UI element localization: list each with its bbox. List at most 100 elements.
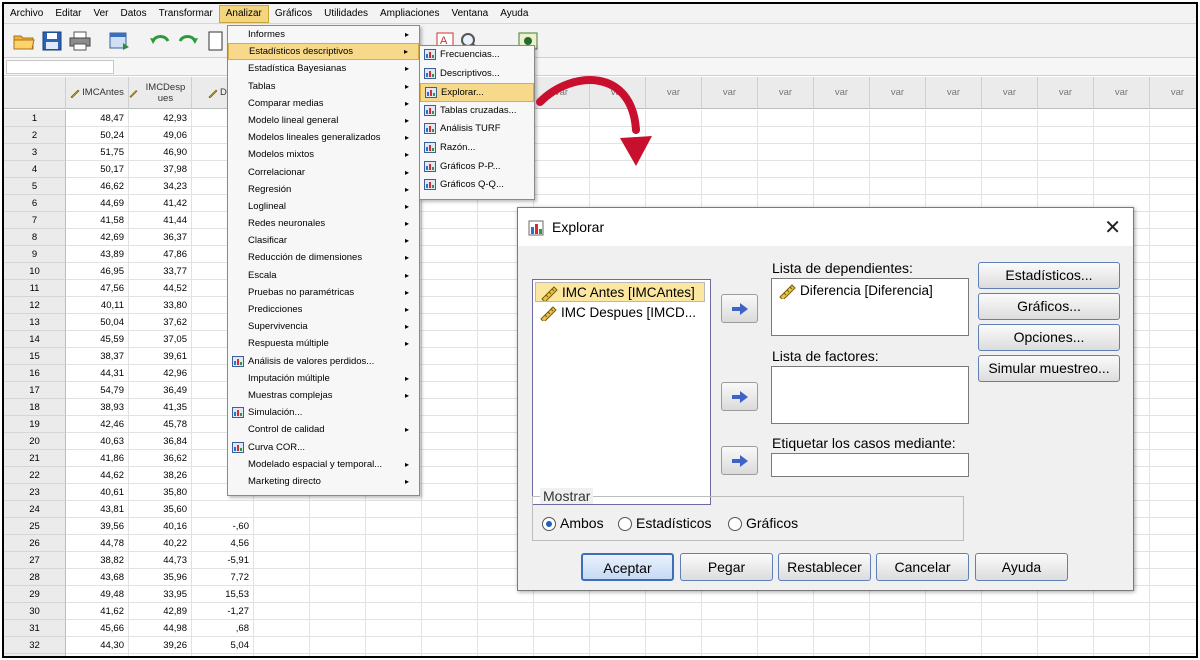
empty-cell[interactable]	[422, 433, 478, 450]
row-header[interactable]: 3	[4, 144, 66, 161]
grid-corner[interactable]	[4, 77, 66, 109]
empty-cell[interactable]	[1038, 620, 1094, 637]
empty-cell[interactable]	[534, 603, 590, 620]
empty-cell[interactable]	[758, 161, 814, 178]
empty-cell[interactable]	[1038, 161, 1094, 178]
empty-cell[interactable]	[1094, 603, 1150, 620]
menu-item-simulaci-n[interactable]: Simulación...	[228, 404, 419, 421]
empty-cell[interactable]	[422, 399, 478, 416]
data-cell[interactable]: 47,56	[66, 280, 129, 297]
row-header[interactable]: 9	[4, 246, 66, 263]
row-header[interactable]: 26	[4, 535, 66, 552]
variable-item-imcdespues[interactable]: IMC Despues [IMCD...	[535, 303, 705, 323]
menu-item-regresi-n[interactable]: Regresión ▸	[228, 181, 419, 198]
empty-cell[interactable]	[366, 535, 422, 552]
empty-cell[interactable]	[422, 280, 478, 297]
data-cell[interactable]: 44,98	[129, 620, 192, 637]
empty-cell[interactable]	[1150, 280, 1196, 297]
empty-cell[interactable]	[1150, 314, 1196, 331]
empty-cell[interactable]	[1094, 178, 1150, 195]
empty-cell[interactable]	[422, 603, 478, 620]
empty-cell[interactable]	[702, 127, 758, 144]
menu-item-descriptivos[interactable]: Descriptivos...	[420, 65, 534, 84]
save-icon[interactable]	[40, 29, 64, 53]
menu-item-control-de-calidad[interactable]: Control de calidad ▸	[228, 421, 419, 438]
menu-item-explorar[interactable]: Explorar...	[420, 83, 534, 102]
empty-cell[interactable]	[422, 535, 478, 552]
opciones-button[interactable]: Opciones...	[978, 324, 1120, 351]
data-cell[interactable]: 11,28	[192, 654, 254, 656]
empty-cell[interactable]	[254, 586, 310, 603]
dependiente-item-diferencia[interactable]: Diferencia [Diferencia]	[774, 281, 964, 301]
empty-var-column-header[interactable]: var	[758, 77, 814, 109]
data-cell[interactable]: 48,47	[66, 110, 129, 127]
empty-cell[interactable]	[310, 654, 366, 656]
empty-cell[interactable]	[1150, 263, 1196, 280]
empty-cell[interactable]	[534, 637, 590, 654]
empty-cell[interactable]	[758, 178, 814, 195]
data-cell[interactable]: 42,93	[129, 110, 192, 127]
empty-cell[interactable]	[254, 654, 310, 656]
empty-cell[interactable]	[1094, 110, 1150, 127]
data-cell[interactable]: 41,86	[66, 450, 129, 467]
empty-cell[interactable]	[422, 484, 478, 501]
go-to-case-icon[interactable]	[204, 29, 228, 53]
empty-cell[interactable]	[926, 144, 982, 161]
menu-item-comparar-medias[interactable]: Comparar medias ▸	[228, 95, 419, 112]
empty-cell[interactable]	[422, 586, 478, 603]
empty-cell[interactable]	[646, 654, 702, 656]
row-header[interactable]: 1	[4, 110, 66, 127]
data-cell[interactable]: 44,30	[66, 637, 129, 654]
data-cell[interactable]: 47,86	[129, 246, 192, 263]
data-cell[interactable]: 42,96	[129, 365, 192, 382]
empty-cell[interactable]	[590, 620, 646, 637]
empty-cell[interactable]	[758, 110, 814, 127]
empty-var-column-header[interactable]: var	[870, 77, 926, 109]
data-cell[interactable]: 46,62	[66, 178, 129, 195]
empty-cell[interactable]	[870, 127, 926, 144]
empty-cell[interactable]	[758, 637, 814, 654]
data-cell[interactable]: 40,11	[66, 297, 129, 314]
menu-item-predicciones[interactable]: Predicciones ▸	[228, 301, 419, 318]
empty-cell[interactable]	[422, 246, 478, 263]
move-to-factores-button[interactable]	[721, 382, 758, 411]
data-cell[interactable]: 39,26	[129, 637, 192, 654]
data-cell[interactable]: 36,37	[129, 229, 192, 246]
data-cell[interactable]: 49,48	[66, 586, 129, 603]
data-cell[interactable]: 33,77	[129, 263, 192, 280]
row-header[interactable]: 24	[4, 501, 66, 518]
empty-var-column-header[interactable]: var	[1094, 77, 1150, 109]
empty-cell[interactable]	[1150, 484, 1196, 501]
empty-var-column-header[interactable]: var	[702, 77, 758, 109]
empty-cell[interactable]	[254, 569, 310, 586]
empty-cell[interactable]	[254, 552, 310, 569]
row-header[interactable]: 7	[4, 212, 66, 229]
empty-cell[interactable]	[310, 535, 366, 552]
empty-cell[interactable]	[422, 450, 478, 467]
empty-cell[interactable]	[1150, 620, 1196, 637]
empty-cell[interactable]	[422, 654, 478, 656]
menu-transformar[interactable]: Transformar	[153, 4, 219, 24]
row-header[interactable]: 33	[4, 654, 66, 656]
data-cell[interactable]: 44,62	[66, 467, 129, 484]
empty-cell[interactable]	[478, 637, 534, 654]
empty-cell[interactable]	[1094, 144, 1150, 161]
menu-item-tablas[interactable]: Tablas ▸	[228, 78, 419, 95]
empty-cell[interactable]	[1150, 195, 1196, 212]
empty-cell[interactable]	[926, 178, 982, 195]
empty-cell[interactable]	[982, 603, 1038, 620]
empty-cell[interactable]	[870, 637, 926, 654]
close-icon[interactable]: ✕	[1104, 215, 1121, 240]
row-header[interactable]: 19	[4, 416, 66, 433]
empty-cell[interactable]	[590, 603, 646, 620]
data-cell[interactable]: 54,79	[66, 382, 129, 399]
empty-cell[interactable]	[478, 654, 534, 656]
move-to-etiquetar-button[interactable]	[721, 446, 758, 475]
empty-cell[interactable]	[926, 110, 982, 127]
row-header[interactable]: 28	[4, 569, 66, 586]
data-cell[interactable]: 41,35	[129, 399, 192, 416]
empty-cell[interactable]	[1150, 450, 1196, 467]
empty-cell[interactable]	[1150, 229, 1196, 246]
empty-cell[interactable]	[926, 654, 982, 656]
empty-cell[interactable]	[310, 552, 366, 569]
